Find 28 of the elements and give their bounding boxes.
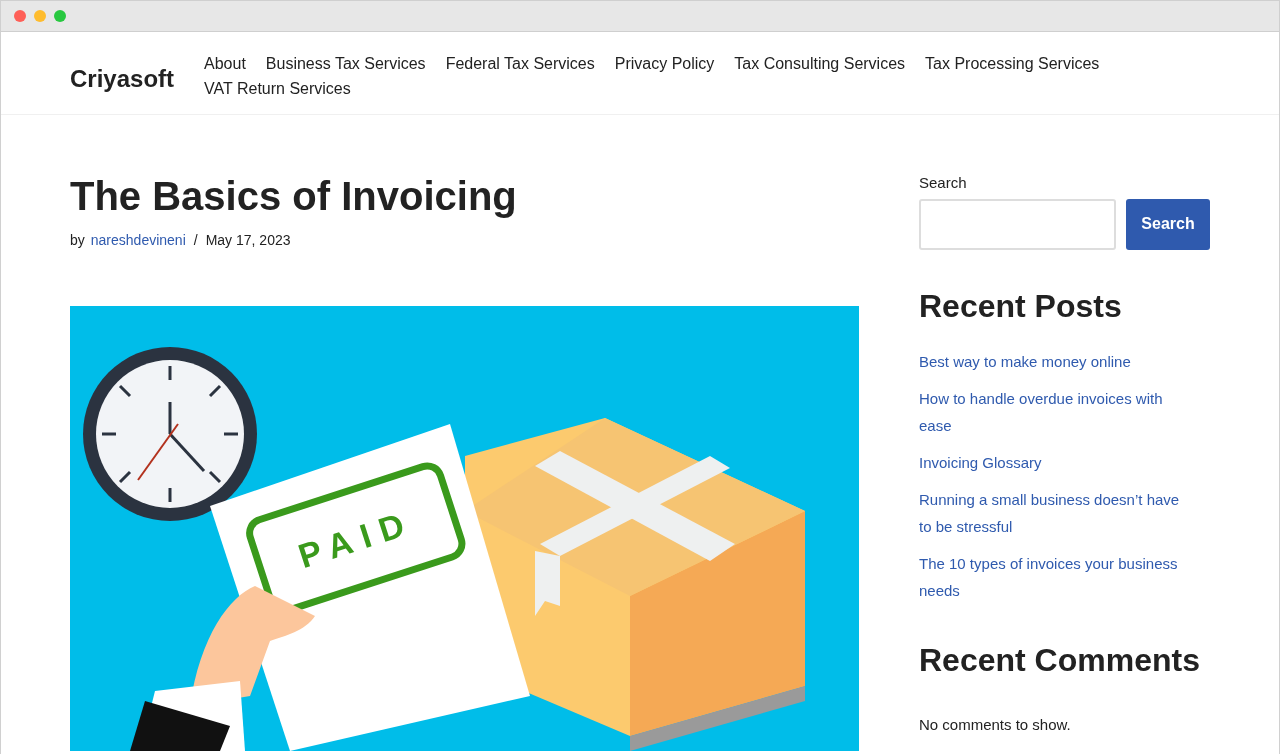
nav-link[interactable]: Federal Tax Services <box>445 51 595 76</box>
post-date: May 17, 2023 <box>205 231 291 250</box>
search-button[interactable]: Search <box>1126 198 1210 250</box>
stamp-label: PAID <box>293 502 419 576</box>
recent-posts-heading: Recent Posts <box>919 286 1123 326</box>
search-label: Search <box>919 173 968 193</box>
recent-post-link[interactable]: Invoicing Glossary <box>919 448 1189 476</box>
nav-link[interactable]: Tax Consulting Services <box>734 51 906 76</box>
nav-link[interactable]: Business Tax Services <box>265 51 426 76</box>
recent-post-link[interactable]: The 10 types of invoices your business needs <box>919 549 1189 604</box>
recent-post-link[interactable]: Running a small business doesn’t have to be stressful <box>919 485 1189 540</box>
nav-link[interactable]: VAT Return Services <box>204 76 351 101</box>
byline-separator: / <box>193 231 198 250</box>
minimize-window-icon[interactable] <box>34 10 46 22</box>
close-window-icon[interactable] <box>14 10 26 22</box>
site-title[interactable]: Criyasoft <box>70 61 175 97</box>
recent-post-link[interactable]: Best way to make money online <box>919 347 1189 375</box>
post-title: The Basics of Invoicing <box>70 173 518 220</box>
no-comments-text: No comments to show. <box>919 714 1072 735</box>
recent-comments-heading: Recent Comments <box>919 640 1201 680</box>
author-link[interactable]: nareshdevineni <box>90 230 186 251</box>
recent-post-link[interactable]: How to handle overdue invoices with ease <box>919 384 1189 439</box>
search-field[interactable] <box>919 198 1116 250</box>
nav-link[interactable]: Tax Processing Services <box>925 51 1100 76</box>
nav-link[interactable]: Privacy Policy <box>614 51 715 76</box>
byline-label: by <box>70 231 85 250</box>
maximize-window-icon[interactable] <box>54 10 66 22</box>
nav-link[interactable]: About <box>204 51 246 76</box>
